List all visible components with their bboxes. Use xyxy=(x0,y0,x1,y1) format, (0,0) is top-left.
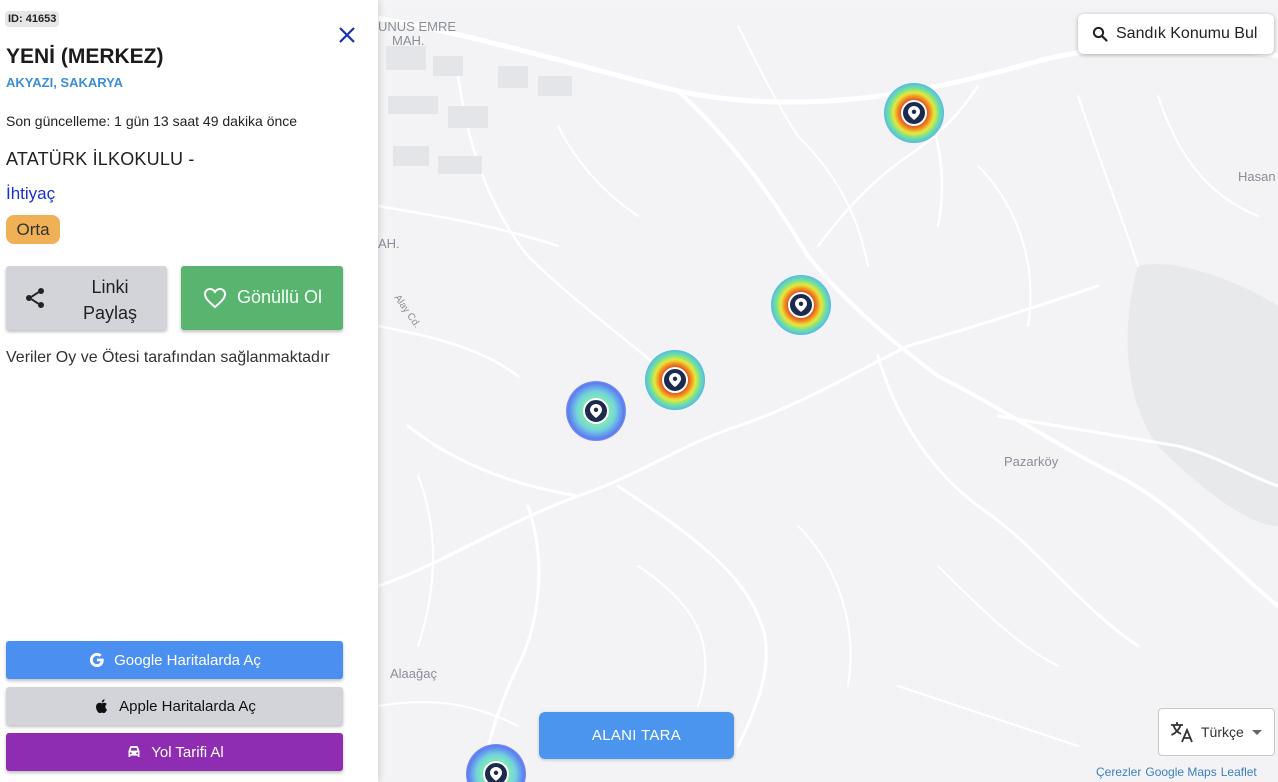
google-maps-link[interactable]: Google Maps xyxy=(1145,765,1216,779)
find-ballot-location-label: Sandık Konumu Bul xyxy=(1116,25,1258,42)
location-pin-icon xyxy=(490,767,502,781)
share-link-button[interactable]: Linki Paylaş xyxy=(6,266,167,330)
map-label-pazarkoy: Pazarköy xyxy=(1004,454,1059,469)
open-apple-maps-button[interactable]: Apple Haritalarda Aç xyxy=(6,687,343,725)
polling-place-title: YENİ (MERKEZ) xyxy=(6,45,164,68)
car-icon xyxy=(128,746,140,757)
map-area[interactable]: UNUS EMRE MAH. AH. Alay Cd. Hasan Pazark… xyxy=(378,6,1278,782)
scan-area-button[interactable]: ALANI TARA xyxy=(539,712,734,759)
data-source-text: Veriler Oy ve Ötesi tarafından sağlanmak… xyxy=(6,349,330,366)
road-network xyxy=(378,6,1278,782)
cookies-link[interactable]: Çerezler xyxy=(1096,765,1141,779)
google-icon xyxy=(90,652,104,668)
location-pin-icon xyxy=(669,373,681,387)
share-icon xyxy=(26,288,44,308)
chevron-down-icon xyxy=(1251,729,1262,735)
need-level-badge: Orta xyxy=(6,215,60,244)
map-label-mah-fragment: AH. xyxy=(378,236,400,251)
need-label: İhtiyaç xyxy=(6,184,56,203)
open-google-maps-button[interactable]: Google Haritalarda Aç xyxy=(6,641,343,679)
polling-station-marker[interactable] xyxy=(566,381,626,441)
volunteer-button[interactable]: Gönüllü Ol xyxy=(181,266,343,330)
search-icon xyxy=(1092,26,1108,42)
map-label-alaagac: Alaağaç xyxy=(390,666,437,681)
find-ballot-location-button[interactable]: Sandık Konumu Bul xyxy=(1078,14,1274,54)
close-icon xyxy=(339,27,355,43)
get-directions-button[interactable]: Yol Tarifi Al xyxy=(6,733,343,771)
polling-station-marker[interactable] xyxy=(884,83,944,143)
volunteer-label: Gönüllü Ol xyxy=(237,287,323,307)
last-updated-text: Son güncelleme: 1 gün 13 saat 49 dakika … xyxy=(6,113,298,129)
polling-station-marker[interactable] xyxy=(771,275,831,335)
close-button[interactable] xyxy=(334,22,360,48)
map-label-yunus-emre: UNUS EMRE xyxy=(378,19,457,34)
location-pin-icon xyxy=(795,298,807,312)
language-label: Türkçe xyxy=(1201,724,1244,740)
location-pin-icon xyxy=(590,404,602,418)
google-maps-label: Google Haritalarda Aç xyxy=(114,651,261,669)
language-selector[interactable]: Türkçe xyxy=(1158,708,1275,756)
school-name: ATATÜRK İLKOKULU - xyxy=(6,149,195,169)
id-badge: ID: 41653 xyxy=(5,11,60,27)
detail-sidebar: ID: 41653 YENİ (MERKEZ) AKYAZI, SAKARYA … xyxy=(0,0,378,782)
translate-icon xyxy=(1171,722,1193,743)
map-label-mah: MAH. xyxy=(392,33,425,48)
polling-station-marker[interactable] xyxy=(645,350,705,410)
share-link-label: Linki Paylaş xyxy=(82,277,138,323)
map-attribution: Çerezler Google Maps Leaflet xyxy=(1096,765,1261,779)
apple-maps-label: Apple Haritalarda Aç xyxy=(119,697,256,715)
apple-icon xyxy=(96,699,108,714)
location-pin-icon xyxy=(908,106,920,120)
directions-label: Yol Tarifi Al xyxy=(151,743,224,761)
heart-icon xyxy=(203,287,227,309)
map-label-hasan: Hasan xyxy=(1238,169,1276,184)
leaflet-link[interactable]: Leaflet xyxy=(1221,765,1257,779)
location-subtitle: AKYAZI, SAKARYA xyxy=(6,75,124,90)
